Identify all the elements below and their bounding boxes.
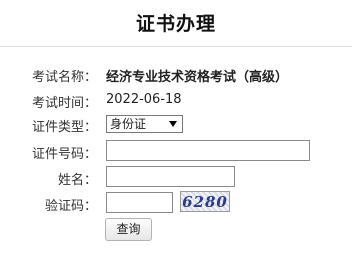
id-type-select[interactable]: 身份证 bbox=[106, 115, 183, 133]
query-button[interactable]: 查询 bbox=[105, 218, 152, 241]
dropdown-arrow-icon bbox=[169, 121, 177, 127]
exam-name-value: 经济专业技术资格考试（高级） bbox=[106, 70, 289, 85]
exam-name-label: 考试名称： bbox=[32, 70, 98, 85]
id-type-label: 证件类型： bbox=[32, 120, 98, 135]
exam-time-value: 2022-06-18 bbox=[106, 92, 182, 107]
header: 证书办理 bbox=[0, 0, 352, 47]
captcha-label: 验证码： bbox=[45, 199, 98, 214]
exam-time-label: 考试时间： bbox=[32, 96, 98, 111]
name-input[interactable] bbox=[106, 166, 235, 187]
captcha-input[interactable] bbox=[106, 192, 173, 213]
page-title: 证书办理 bbox=[135, 13, 216, 35]
name-label: 姓名： bbox=[58, 173, 98, 188]
captcha-image[interactable]: 6280 bbox=[180, 191, 230, 212]
id-number-input[interactable] bbox=[106, 140, 310, 161]
id-number-label: 证件号码： bbox=[32, 147, 98, 162]
captcha-code: 6280 bbox=[182, 193, 228, 211]
id-type-selected: 身份证 bbox=[110, 117, 147, 131]
